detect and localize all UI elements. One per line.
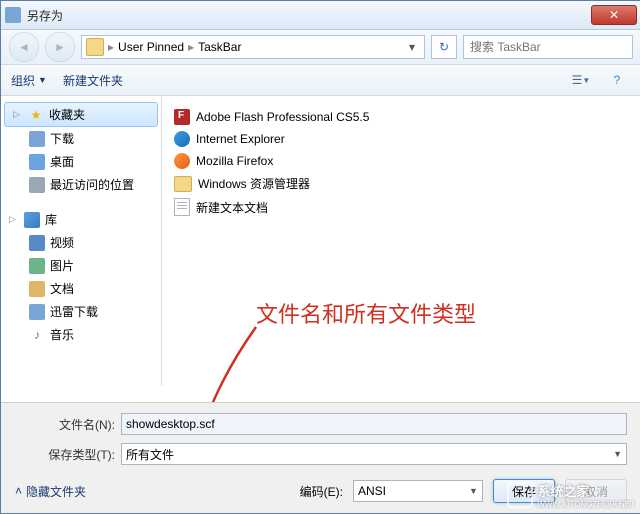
video-icon: [29, 235, 45, 251]
explorer-icon: [174, 176, 192, 192]
download-icon: [29, 304, 45, 320]
recent-icon: [29, 177, 45, 193]
chevron-right-icon: ▸: [108, 40, 114, 54]
breadcrumb-segment[interactable]: User Pinned: [118, 40, 184, 54]
back-button[interactable]: ◄: [9, 32, 39, 62]
folder-icon: [86, 38, 104, 56]
sidebar-item-label: 最近访问的位置: [50, 176, 134, 193]
sidebar-libraries[interactable]: ▷ 库: [1, 208, 161, 231]
forward-button[interactable]: ►: [45, 32, 75, 62]
file-name: 新建文本文档: [196, 199, 268, 216]
expander-icon[interactable]: ▷: [9, 214, 19, 225]
hide-folders-toggle[interactable]: ˄隐藏文件夹: [15, 483, 86, 500]
refresh-button[interactable]: ↻: [431, 35, 457, 59]
organize-menu[interactable]: 组织 ▼: [11, 72, 47, 89]
sidebar-item-pictures[interactable]: 图片: [1, 254, 161, 277]
sidebar: ▷ ★ 收藏夹 下载 桌面 最近访问的位置 ▷ 库 视频 图片 文档 迅雷下载 …: [1, 96, 162, 386]
firefox-icon: [174, 153, 190, 169]
combo-value: 所有文件: [126, 446, 174, 463]
sidebar-item-label: 音乐: [50, 326, 74, 343]
list-item[interactable]: Internet Explorer: [174, 128, 629, 150]
close-button[interactable]: ✕: [591, 5, 637, 25]
watermark-icon: [507, 482, 533, 508]
view-options-button[interactable]: ☰ ▼: [567, 69, 595, 91]
help-button[interactable]: ?: [603, 69, 631, 91]
sidebar-favorites[interactable]: ▷ ★ 收藏夹: [4, 102, 158, 127]
file-list: Adobe Flash Professional CS5.5 Internet …: [162, 96, 640, 386]
desktop-icon: [29, 154, 45, 170]
chevron-up-icon: ˄: [15, 484, 22, 498]
navbar: ◄ ► ▸ User Pinned ▸ TaskBar ▾ ↻: [1, 30, 640, 65]
encoding-label: 编码(E):: [300, 483, 343, 500]
filename-input[interactable]: [121, 413, 627, 435]
list-item[interactable]: Windows 资源管理器: [174, 172, 629, 195]
file-name: Windows 资源管理器: [198, 175, 310, 192]
app-icon: [5, 7, 21, 23]
encoding-combo[interactable]: ANSI ▼: [353, 480, 483, 502]
sidebar-item-documents[interactable]: 文档: [1, 277, 161, 300]
search-box[interactable]: [463, 35, 633, 59]
filetype-combo[interactable]: 所有文件 ▼: [121, 443, 627, 465]
star-icon: ★: [28, 107, 44, 123]
flash-icon: [174, 109, 190, 125]
sidebar-item-videos[interactable]: 视频: [1, 231, 161, 254]
music-icon: ♪: [29, 327, 45, 343]
watermark: 系统之家 WWW.XITONGZHIJIA.NET: [507, 481, 635, 509]
window-title: 另存为: [27, 7, 591, 24]
breadcrumb-dropdown[interactable]: ▾: [404, 40, 420, 54]
file-name: Mozilla Firefox: [196, 154, 273, 168]
sidebar-item-thunder[interactable]: 迅雷下载: [1, 300, 161, 323]
chevron-down-icon: ▼: [469, 486, 478, 496]
sidebar-item-downloads[interactable]: 下载: [1, 127, 161, 150]
titlebar: 另存为 ✕: [1, 1, 640, 30]
sidebar-item-label: 库: [45, 211, 57, 228]
breadcrumb-segment[interactable]: TaskBar: [198, 40, 241, 54]
combo-value: ANSI: [358, 484, 386, 498]
filename-label: 文件名(N):: [15, 416, 115, 433]
ie-icon: [174, 131, 190, 147]
sidebar-item-label: 图片: [50, 257, 74, 274]
file-name: Internet Explorer: [196, 132, 285, 146]
sidebar-item-label: 文档: [50, 280, 74, 297]
sidebar-item-label: 桌面: [50, 153, 74, 170]
library-icon: [24, 212, 40, 228]
sidebar-item-label: 视频: [50, 234, 74, 251]
list-item[interactable]: 新建文本文档: [174, 195, 629, 219]
chevron-right-icon: ▸: [188, 40, 194, 54]
sidebar-item-label: 收藏夹: [49, 106, 85, 123]
download-icon: [29, 131, 45, 147]
sidebar-item-recent[interactable]: 最近访问的位置: [1, 173, 161, 196]
sidebar-item-music[interactable]: ♪ 音乐: [1, 323, 161, 346]
list-item[interactable]: Adobe Flash Professional CS5.5: [174, 106, 629, 128]
text-file-icon: [174, 198, 190, 216]
sidebar-item-desktop[interactable]: 桌面: [1, 150, 161, 173]
picture-icon: [29, 258, 45, 274]
expander-icon[interactable]: ▷: [13, 109, 23, 120]
sidebar-item-label: 下载: [50, 130, 74, 147]
list-item[interactable]: Mozilla Firefox: [174, 150, 629, 172]
chevron-down-icon: ▼: [613, 449, 622, 459]
filetype-label: 保存类型(T):: [15, 446, 115, 463]
file-name: Adobe Flash Professional CS5.5: [196, 110, 369, 124]
breadcrumb[interactable]: ▸ User Pinned ▸ TaskBar ▾: [81, 35, 425, 59]
new-folder-button[interactable]: 新建文件夹: [63, 72, 123, 89]
sidebar-item-label: 迅雷下载: [50, 303, 98, 320]
document-icon: [29, 281, 45, 297]
toolbar: 组织 ▼ 新建文件夹 ☰ ▼ ?: [1, 65, 640, 96]
search-input[interactable]: [468, 39, 628, 55]
